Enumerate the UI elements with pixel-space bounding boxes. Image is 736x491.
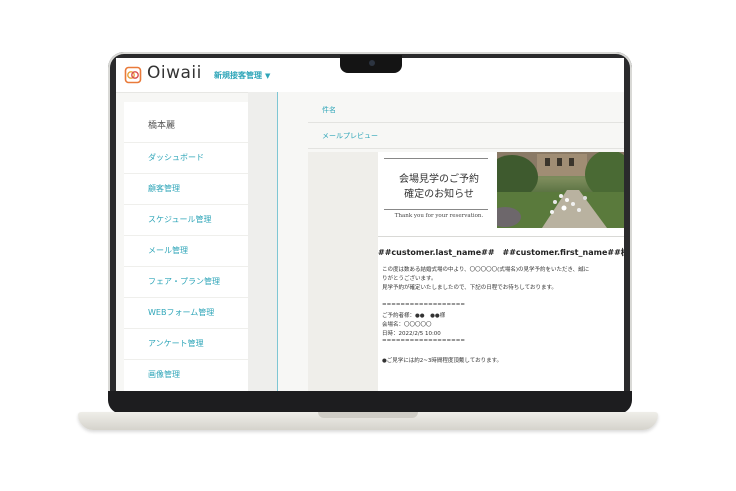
- mail-subtitle: Thank you for your reservation.: [394, 213, 484, 219]
- mail-body-line: この度は数ある結婚式場の中より、〇〇〇〇〇(式場名)の見学予約をいただき、誠に: [382, 267, 590, 273]
- breadcrumb-label: 新規接客管理: [214, 71, 262, 80]
- caret-down-icon: ▼: [265, 72, 271, 80]
- main-content: 件名 メールプレビュー 会場見学のご予約 確定のお知らせ Thank you f…: [278, 92, 624, 391]
- mail-preview: 会場見学のご予約 確定のお知らせ Thank you for your rese…: [378, 152, 624, 391]
- mail-booker: ご予約者様：●● ●●様: [382, 313, 446, 319]
- wedding-photo: [497, 152, 624, 228]
- wedding-garden-image: [497, 152, 624, 228]
- mail-divider-text: ==================: [382, 302, 465, 308]
- oiwaii-logo-icon[interactable]: [124, 66, 142, 84]
- sidebar-item-mail[interactable]: メール管理: [124, 235, 248, 266]
- brand-name[interactable]: Oiwaii: [147, 63, 202, 83]
- mail-note: ●ご見学には約2~3時間程度頂戴しております。: [382, 358, 503, 364]
- subject-row[interactable]: 件名: [308, 97, 624, 123]
- preview-row: メールプレビュー: [308, 123, 624, 149]
- subject-label: 件名: [322, 106, 336, 114]
- sidebar-item-survey[interactable]: アンケート管理: [124, 328, 248, 359]
- mail-body-line: りがとうございます。: [382, 276, 437, 282]
- user-name: 橋本麗: [148, 121, 176, 131]
- mail-title-line2: 確定のお知らせ: [404, 189, 474, 200]
- mail-venue: 会場名：〇〇〇〇〇: [382, 322, 432, 328]
- sidebar-item-images[interactable]: 画像管理: [124, 359, 248, 390]
- mail-body-line: 見学予約が確定いたしましたので、下記の日程でお待ちしております。: [382, 285, 557, 291]
- title-rule-bottom: [384, 209, 488, 210]
- mail-preview-area: 会場見学のご予約 確定のお知らせ Thank you for your rese…: [308, 152, 624, 391]
- recipient-name: ##customer.last_name## ##customer.first_…: [378, 248, 624, 257]
- mail-divider-text: ==================: [382, 338, 465, 344]
- breadcrumb-menu[interactable]: 新規接客管理 ▼: [214, 70, 270, 81]
- sidebar-item-fair-plan[interactable]: フェア・プラン管理: [124, 266, 248, 297]
- sidebar: 橋本麗 ダッシュボード 顧客管理 スケジュール管理 メール管理 フェア・プラン管…: [124, 102, 248, 391]
- mail-datetime: 日時：2022/2/5 10:00: [382, 331, 441, 337]
- mail-separator: [378, 236, 624, 237]
- sidebar-item-dashboard[interactable]: ダッシュボード: [124, 142, 248, 173]
- laptop-chin: [108, 391, 632, 414]
- sidebar-item-customers[interactable]: 顧客管理: [124, 173, 248, 204]
- mail-title: 会場見学のご予約 確定のお知らせ: [384, 172, 494, 202]
- sidebar-gutter: [248, 92, 277, 391]
- camera-icon: [369, 60, 375, 66]
- preview-label: メールプレビュー: [322, 132, 378, 140]
- mail-title-line1: 会場見学のご予約: [399, 174, 479, 185]
- title-rule-top: [384, 158, 488, 159]
- sidebar-item-web-form[interactable]: WEBフォーム管理: [124, 297, 248, 328]
- laptop-base-groove: [318, 412, 418, 418]
- laptop-screen: Oiwaii 新規接客管理 ▼ 橋本麗 ダッシュボード 顧客管理 スケジュール管理…: [116, 58, 624, 391]
- sidebar-item-schedule[interactable]: スケジュール管理: [124, 204, 248, 235]
